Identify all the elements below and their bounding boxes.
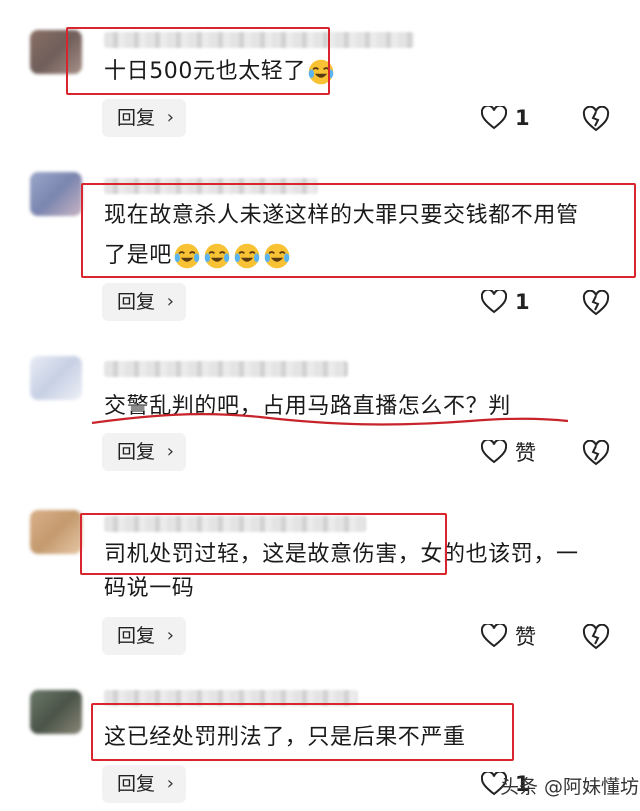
like-button[interactable]: 1: [481, 99, 530, 137]
like-button[interactable]: 赞: [481, 617, 536, 655]
broken-heart-icon[interactable]: [582, 624, 610, 650]
reply-button[interactable]: 回复 ›: [102, 283, 186, 321]
broken-heart-icon[interactable]: [582, 106, 610, 132]
avatar[interactable]: [30, 690, 82, 734]
chevron-right-icon: ›: [166, 773, 174, 794]
like-label: 赞: [515, 625, 536, 649]
avatar[interactable]: [30, 30, 82, 74]
like-count: 1: [515, 106, 530, 130]
laughing-crying-emoji-icon: [308, 59, 334, 85]
reply-button[interactable]: 回复 ›: [102, 617, 186, 655]
chevron-right-icon: ›: [166, 107, 174, 128]
reply-button[interactable]: 回复 ›: [102, 765, 186, 803]
comment-text: 这已经处罚刑法了，只是后果不严重: [104, 725, 466, 750]
heart-outline-icon: [481, 440, 507, 464]
like-button[interactable]: 1: [481, 283, 530, 321]
avatar[interactable]: [30, 356, 82, 400]
username-blurred[interactable]: [104, 690, 358, 706]
like-button[interactable]: 赞: [481, 433, 536, 471]
heart-outline-icon: [481, 290, 507, 314]
laughing-crying-emoji-icon: [174, 243, 200, 269]
laughing-crying-emoji-icon: [204, 243, 230, 269]
heart-outline-icon: [481, 624, 507, 648]
chevron-right-icon: ›: [166, 441, 174, 462]
comment-text-line2: 码说一码: [104, 576, 195, 601]
comment-text-line2: 了是吧: [104, 238, 292, 274]
broken-heart-icon[interactable]: [582, 290, 610, 316]
heart-outline-icon: [481, 106, 507, 130]
laughing-crying-emoji-icon: [264, 243, 290, 269]
like-label: 赞: [515, 441, 536, 465]
reply-button[interactable]: 回复 ›: [102, 433, 186, 471]
username-blurred[interactable]: [104, 361, 348, 377]
username-blurred[interactable]: [104, 32, 414, 48]
watermark: 头条 @阿妹懂坊: [500, 776, 640, 798]
avatar[interactable]: [30, 172, 82, 216]
chevron-right-icon: ›: [166, 625, 174, 646]
reply-button[interactable]: 回复 ›: [102, 99, 186, 137]
comment-text: 现在故意杀人未遂这样的大罪只要交钱都不用管: [104, 203, 579, 228]
username-blurred[interactable]: [104, 516, 366, 532]
comment-text: 十日500元也太轻了: [104, 54, 336, 90]
username-blurred[interactable]: [104, 178, 318, 194]
laughing-crying-emoji-icon: [234, 243, 260, 269]
broken-heart-icon[interactable]: [582, 440, 610, 466]
chevron-right-icon: ›: [166, 291, 174, 312]
like-count: 1: [515, 290, 530, 314]
avatar[interactable]: [30, 510, 82, 554]
comment-text: 交警乱判的吧，占用马路直播怎么不？判: [104, 394, 511, 419]
comment-text: 司机处罚过轻，这是故意伤害，女的也该罚，一: [104, 542, 579, 567]
